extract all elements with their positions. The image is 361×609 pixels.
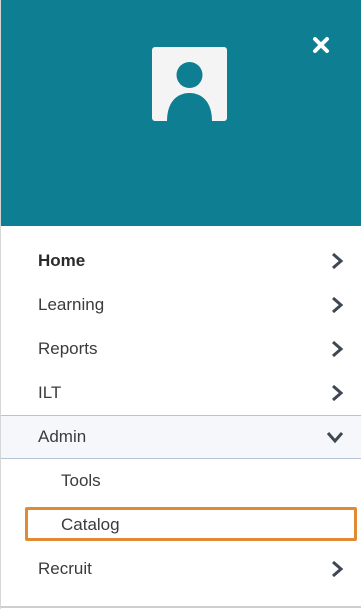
nav-item-ilt[interactable]: ILT: [1, 371, 361, 415]
nav-subitem-catalog[interactable]: Catalog: [1, 503, 361, 547]
nav-item-reports[interactable]: Reports: [1, 327, 361, 371]
nav-subitem-tools[interactable]: Tools: [1, 459, 361, 503]
highlight-box: [25, 507, 357, 541]
chevron-right-icon: [330, 340, 344, 358]
nav-item-label: Home: [38, 251, 86, 270]
profile-header: [1, 0, 361, 226]
navigation-drawer: Home Learning Reports ILT Admin Tools Ca…: [0, 0, 361, 609]
close-button[interactable]: [307, 33, 335, 61]
nav-item-label: ILT: [38, 383, 62, 402]
close-icon: [311, 35, 331, 60]
bottom-divider: [1, 606, 361, 608]
nav-item-label: Reports: [38, 339, 98, 358]
nav-menu: Home Learning Reports ILT Admin Tools Ca…: [1, 239, 361, 591]
chevron-right-icon: [330, 560, 344, 578]
chevron-down-icon: [326, 430, 344, 444]
chevron-right-icon: [330, 252, 344, 270]
nav-item-admin[interactable]: Admin: [1, 415, 361, 459]
nav-subitem-label: Tools: [61, 471, 101, 490]
nav-item-learning[interactable]: Learning: [1, 283, 361, 327]
user-icon: [152, 47, 227, 121]
avatar: [152, 47, 227, 121]
chevron-right-icon: [330, 384, 344, 402]
nav-item-label: Learning: [38, 295, 105, 314]
nav-item-recruit[interactable]: Recruit: [1, 547, 361, 591]
nav-item-home[interactable]: Home: [1, 239, 361, 283]
nav-item-label: Admin: [38, 427, 87, 446]
chevron-right-icon: [330, 296, 344, 314]
nav-item-label: Recruit: [38, 559, 92, 578]
